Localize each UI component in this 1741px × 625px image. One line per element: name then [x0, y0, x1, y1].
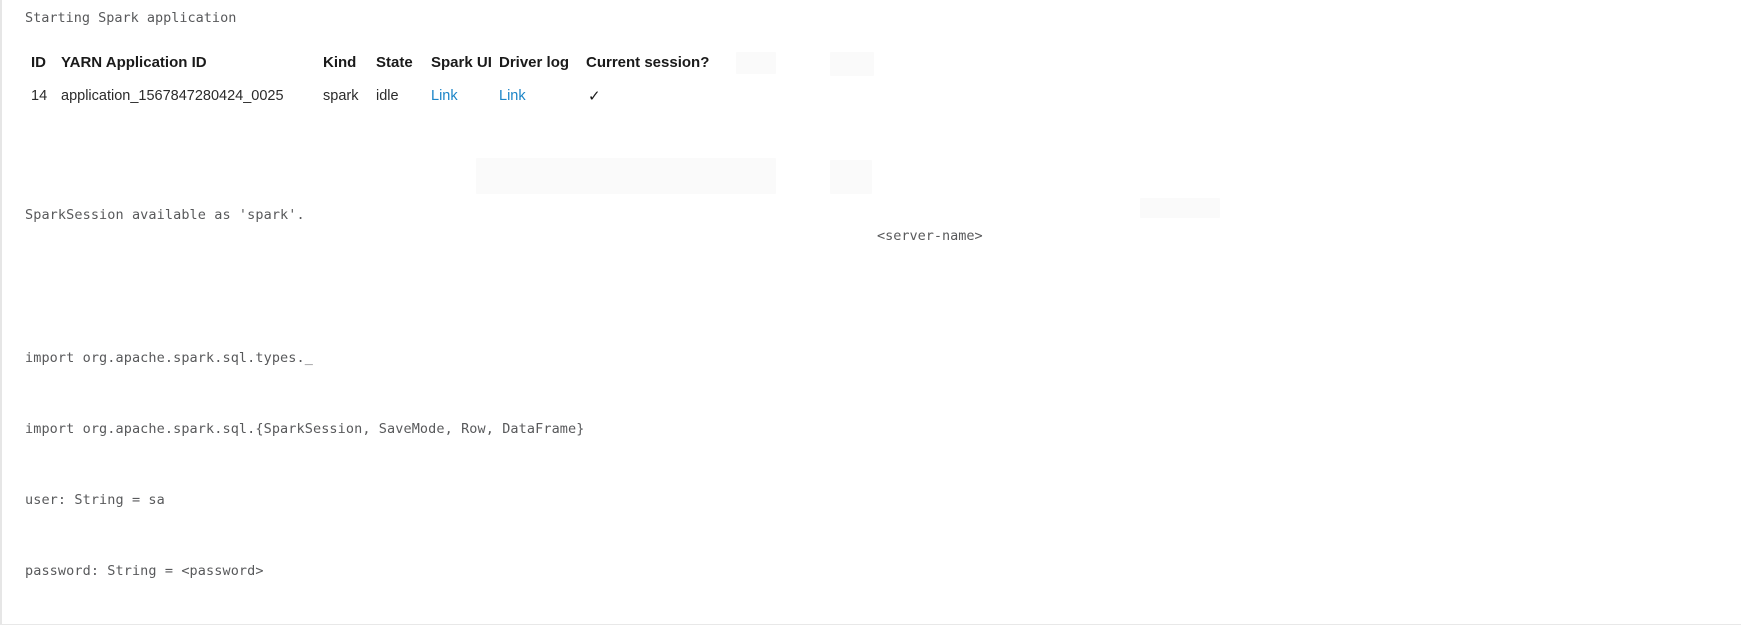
console-line: user: String = sa	[25, 491, 165, 508]
console-line: password: String = <password>	[25, 562, 264, 579]
server-name-annotation: <server-name>	[877, 228, 983, 244]
spark-ui-link[interactable]: Link	[431, 88, 458, 104]
table-header-row: ID YARN Application ID Kind State Spark …	[25, 50, 726, 81]
cell-current-session: ✓	[586, 81, 726, 111]
cell-yarn-app-id: application_1567847280424_0025	[61, 88, 284, 104]
console-line: SparkSession available as 'spark'.	[25, 207, 305, 224]
column-header-driver-log: Driver log	[499, 54, 570, 71]
column-header-id: ID	[31, 54, 46, 71]
cell-driver-log: Link	[499, 81, 586, 111]
ghost-placeholder-block	[830, 52, 874, 76]
driver-log-link[interactable]: Link	[499, 88, 526, 104]
spark-output-panel: Starting Spark application ID YARN Appli…	[0, 0, 1741, 625]
output-left-rail	[0, 0, 2, 625]
column-header-kind: Kind	[323, 54, 357, 71]
cell-state: idle	[376, 88, 399, 104]
cell-kind: spark	[323, 88, 359, 104]
spark-session-table: ID YARN Application ID Kind State Spark …	[25, 50, 726, 111]
check-icon: ✓	[588, 88, 601, 105]
console-line: import org.apache.spark.sql.{SparkSessio…	[25, 420, 585, 437]
cell-spark-ui: Link	[431, 81, 499, 111]
column-header-spark-ui: Spark UI	[431, 54, 492, 71]
console-line: import org.apache.spark.sql.types._	[25, 349, 313, 366]
console-output: SparkSession available as 'spark'. impor…	[25, 157, 1309, 625]
ghost-placeholder-block	[736, 52, 776, 74]
column-header-current-session: Current session?	[586, 54, 710, 71]
table-row: 14 application_1567847280424_0025 spark …	[25, 81, 726, 111]
spark-status-message: Starting Spark application	[25, 10, 237, 26]
column-header-state: State	[376, 54, 413, 71]
column-header-yarn-app-id: YARN Application ID	[61, 54, 207, 71]
cell-id: 14	[31, 88, 48, 104]
